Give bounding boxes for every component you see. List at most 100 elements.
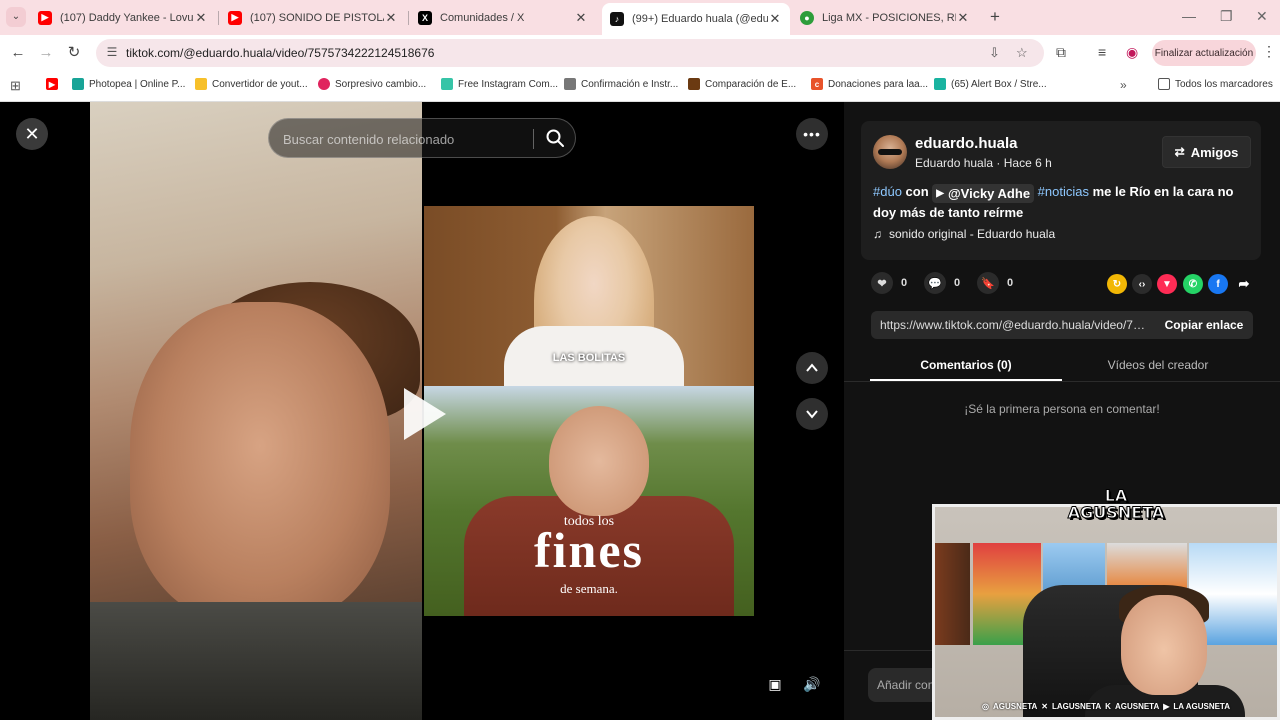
swap-icon: ⇄ <box>1174 145 1185 159</box>
folder-icon <box>1158 78 1170 90</box>
youtube-icon: ▶ <box>46 78 58 90</box>
search-icon[interactable] <box>545 128 565 148</box>
tab-creator-videos[interactable]: Vídeos del creador <box>1062 358 1254 372</box>
bookmark-item[interactable]: c Donaciones para laa... <box>811 78 928 90</box>
hashtag-duo[interactable]: #dúo <box>873 184 902 199</box>
close-tab-icon[interactable]: ✕ <box>384 10 398 26</box>
bookmark-item[interactable]: Free Instagram Com... <box>441 78 558 90</box>
close-video-button[interactable]: ✕ <box>16 118 48 150</box>
logo-line-2: AGUSNETA <box>1067 503 1165 522</box>
close-tab-icon[interactable]: ✕ <box>574 10 588 26</box>
streamer-face <box>1121 595 1207 695</box>
reload-icon[interactable]: ↻ <box>64 43 84 63</box>
bookmark-item[interactable]: Confirmación e Instr... <box>564 78 678 90</box>
like-button[interactable]: ❤ 0 <box>871 272 907 294</box>
bookmark-label: (65) Alert Box / Stre... <box>951 78 1047 90</box>
bookmark-youtube[interactable]: ▶ <box>46 78 63 90</box>
site-icon <box>688 78 700 90</box>
search-input[interactable] <box>283 129 523 149</box>
share-link-url[interactable]: https://www.tiktok.com/@eduardo.huala/vi… <box>880 318 1148 332</box>
streamlabs-icon <box>934 78 946 90</box>
bookmark-item[interactable]: Sorpresivo cambio... <box>318 78 426 90</box>
tab-tiktok-active[interactable]: ♪ (99+) Eduardo huala (@eduardo ✕ <box>602 3 790 35</box>
copy-link-button[interactable]: Copiar enlace <box>1155 311 1253 339</box>
whatsapp-icon[interactable]: ✆ <box>1183 274 1203 294</box>
window-close-icon[interactable]: ✕ <box>1256 8 1268 25</box>
bookmark-label: Donaciones para laa... <box>828 78 929 90</box>
tab-comments[interactable]: Comentarios (0) <box>870 358 1062 372</box>
donation-icon: c <box>811 78 823 90</box>
social-handles: ◎ AGUSNETA ✕ LAGUSNETA K AGUSNETA ▶ LA AGUSN… <box>935 695 1277 717</box>
embed-icon[interactable]: ‹› <box>1132 274 1152 294</box>
folder-icon <box>195 78 207 90</box>
tab-separator <box>218 11 219 25</box>
close-tab-icon[interactable]: ✕ <box>956 10 970 26</box>
duet-right-top-video: LAS BOLITAS <box>424 206 754 386</box>
social-handle: LAGUSNETA <box>1051 701 1102 711</box>
desc-con: con <box>905 184 929 199</box>
play-icon[interactable] <box>404 388 446 440</box>
media-controls-icon[interactable]: ≡ <box>1098 44 1106 60</box>
volume-icon[interactable]: 🔊 <box>798 670 826 698</box>
forward-icon[interactable]: → <box>36 43 56 63</box>
browser-menu-icon[interactable]: ⋮ <box>1262 43 1276 60</box>
close-tab-icon[interactable]: ✕ <box>768 11 782 27</box>
tab-title: (107) SONIDO DE PISTOLA - Yo <box>250 11 384 24</box>
apps-grid-icon[interactable]: ⊞ <box>10 78 21 94</box>
repost-icon[interactable]: ↻ <box>1107 274 1127 294</box>
address-bar[interactable]: ☰ tiktok.com/@eduardo.huala/video/757573… <box>96 39 1044 67</box>
tab-comunidades-x[interactable]: X Comunidades / X ✕ <box>410 4 596 31</box>
music-link[interactable]: ♫ sonido original - Eduardo huala <box>873 227 1055 241</box>
bookmark-label: Photopea | Online P... <box>89 78 186 90</box>
restore-icon[interactable]: ❐ <box>1220 8 1233 25</box>
save-button[interactable]: 🔖 0 <box>977 272 1013 294</box>
send-icon[interactable]: ▼ <box>1157 274 1177 294</box>
tab-title: Comunidades / X <box>440 11 525 24</box>
tab-daddy-yankee[interactable]: ▶ (107) Daddy Yankee - Lovumba ✕ <box>30 4 216 31</box>
previous-video-button[interactable] <box>796 352 828 384</box>
friends-button[interactable]: ⇄ Amigos <box>1162 136 1251 168</box>
facebook-icon[interactable]: f <box>1208 274 1228 294</box>
close-tab-icon[interactable]: ✕ <box>194 10 208 26</box>
x-icon: ✕ <box>1041 701 1048 711</box>
bookmark-item[interactable]: (65) Alert Box / Stre... <box>934 78 1047 90</box>
site-settings-icon[interactable]: ☰ <box>104 45 120 61</box>
hashtag-noticias[interactable]: #noticias <box>1038 184 1089 199</box>
mention-chip[interactable]: ▶ @Vicky Adhe <box>932 184 1035 203</box>
empty-comments-message: ¡Sé la primera persona en comentar! <box>964 402 1160 416</box>
more-options-button[interactable]: ••• <box>796 118 828 150</box>
kick-icon: K <box>1105 701 1111 711</box>
url-text[interactable]: tiktok.com/@eduardo.huala/video/75757342… <box>126 46 434 60</box>
video-player[interactable]: LAS BOLITAS todos los fines de semana. ✕… <box>0 102 844 720</box>
back-icon[interactable]: ← <box>8 43 28 63</box>
tab-liga-mx[interactable]: ● Liga MX - POSICIONES, RESULT ✕ <box>792 4 978 31</box>
tab-search-button[interactable]: ⌄ <box>6 7 26 27</box>
author-username[interactable]: eduardo.huala <box>915 135 1018 152</box>
next-video-button[interactable] <box>796 398 828 430</box>
avatar[interactable] <box>873 135 907 169</box>
bookmark-star-icon[interactable]: ☆ <box>1016 45 1028 61</box>
bookmark-item[interactable]: Photopea | Online P... <box>72 78 185 90</box>
bookmark-item[interactable]: Convertidor de yout... <box>195 78 308 90</box>
share-link-box: https://www.tiktok.com/@eduardo.huala/vi… <box>871 311 1253 339</box>
floating-player-button[interactable]: ▣ <box>761 670 789 698</box>
install-app-icon[interactable]: ⇩ <box>989 45 1000 61</box>
minimize-icon[interactable]: — <box>1182 8 1196 24</box>
bookmark-item[interactable]: Comparación de E... <box>688 78 796 90</box>
bookmark-icon: 🔖 <box>977 272 999 294</box>
all-bookmarks[interactable]: Todos los marcadores <box>1158 78 1273 90</box>
tab-sonido-pistola[interactable]: ▶ (107) SONIDO DE PISTOLA - Yo ✕ <box>220 4 406 31</box>
more-bookmarks-icon[interactable]: » <box>1120 78 1127 92</box>
finish-update-button[interactable]: Finalizar actualización <box>1152 40 1256 66</box>
new-tab-button[interactable]: + <box>985 7 1005 27</box>
comment-button[interactable]: 💬 0 <box>924 272 960 294</box>
extensions-icon[interactable]: ⧉ <box>1056 44 1066 61</box>
share-arrow-icon[interactable]: ➦ <box>1234 274 1254 294</box>
friends-label: Amigos <box>1190 144 1239 160</box>
bookmark-label: Sorpresivo cambio... <box>335 78 427 90</box>
bookmark-label: Comparación de E... <box>705 78 797 90</box>
music-note-icon: ♫ <box>873 227 882 241</box>
profile-icon[interactable]: ◉ <box>1126 44 1138 61</box>
news-icon <box>318 78 330 90</box>
link-icon <box>564 78 576 90</box>
